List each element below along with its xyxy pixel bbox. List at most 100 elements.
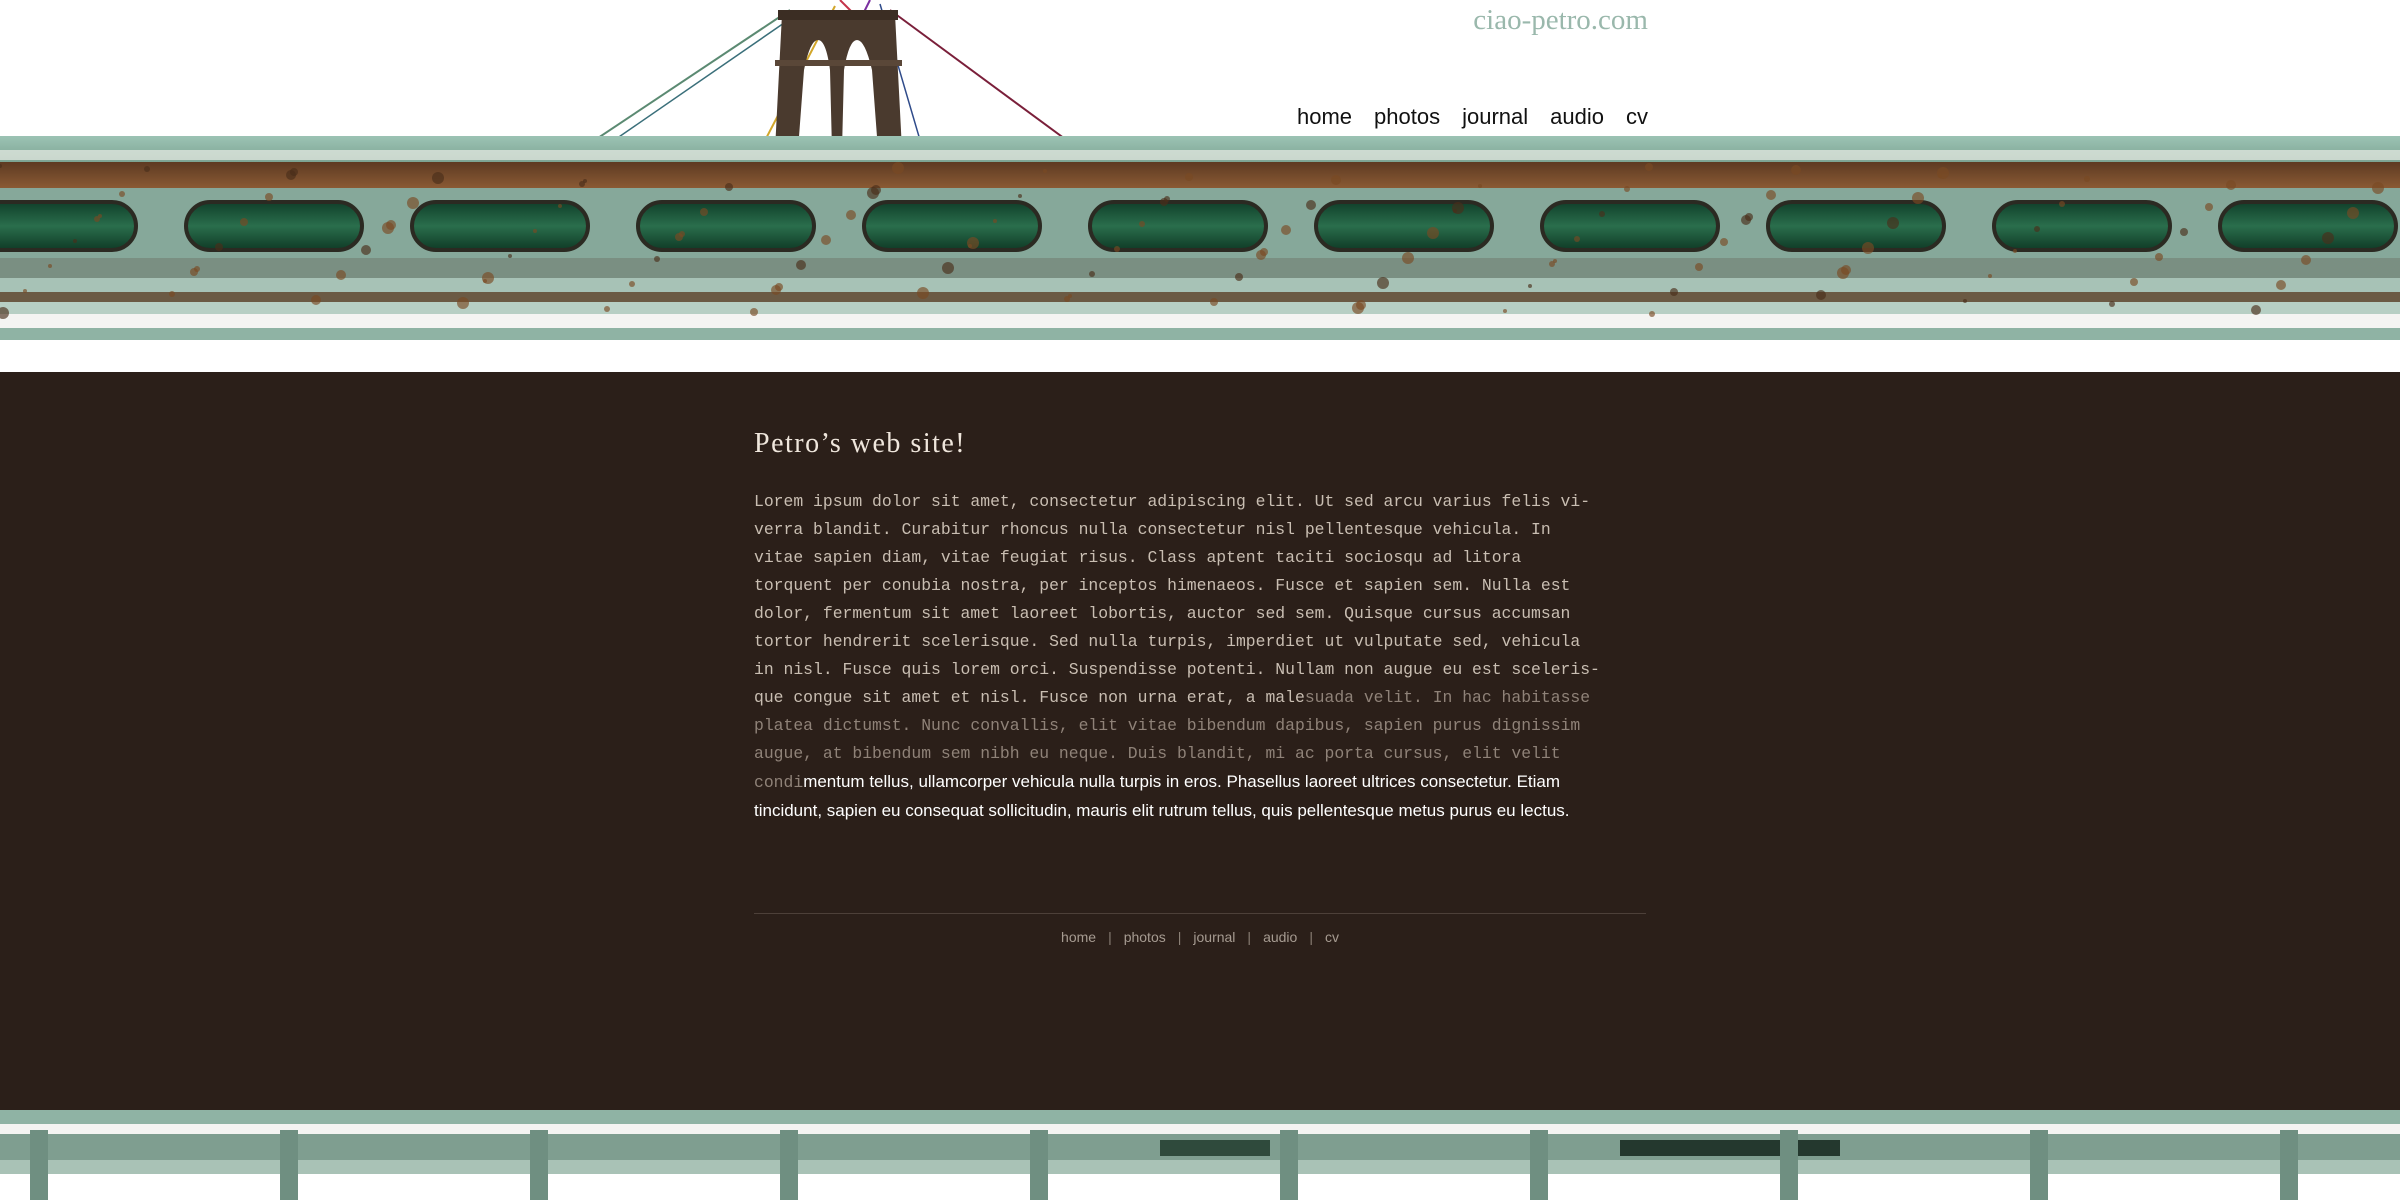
rust-spot xyxy=(2276,280,2286,290)
footer-navigation: home | photos | journal | audio | cv xyxy=(754,929,1646,945)
rust-spot xyxy=(2347,207,2359,219)
rust-spot xyxy=(2205,203,2213,211)
rust-spot xyxy=(1331,175,1341,185)
nav-audio[interactable]: audio xyxy=(1550,104,1604,130)
girder-post xyxy=(780,1130,798,1200)
rust-spot xyxy=(48,264,52,268)
footer-nav-home[interactable]: home xyxy=(1061,929,1096,945)
rust-spot xyxy=(215,243,223,251)
rust-spot xyxy=(1887,217,1899,229)
rust-spot xyxy=(2180,228,2188,236)
rust-spot xyxy=(1624,186,1630,192)
rust-spot xyxy=(194,266,200,272)
rust-spot xyxy=(1018,194,1022,198)
rust-spot xyxy=(1478,184,1482,188)
paragraph-line: augue, at bibendum sem nibh eu neque. Du… xyxy=(754,744,1561,763)
rust-spot xyxy=(2155,253,2163,261)
rust-spot xyxy=(1963,299,1967,303)
footer-separator: | xyxy=(1309,929,1313,945)
girder-post xyxy=(2030,1130,2048,1200)
rust-spot xyxy=(1164,196,1170,202)
rust-spot xyxy=(1356,300,1366,310)
rust-spot xyxy=(1841,265,1851,275)
rust-spot xyxy=(73,239,77,243)
rust-spot xyxy=(1043,169,1047,173)
rust-spot xyxy=(1937,167,1949,179)
bottom-girder-image xyxy=(0,1100,2400,1200)
footer-separator: | xyxy=(1108,929,1112,945)
site-name[interactable]: ciao-petro.com xyxy=(1464,4,1648,37)
rust-spot xyxy=(1452,202,1464,214)
nav-photos[interactable]: photos xyxy=(1374,104,1440,130)
rust-spot xyxy=(407,197,419,209)
paragraph-line: verra blandit. Curabitur rhoncus nulla c… xyxy=(754,520,1551,539)
girder-window xyxy=(636,200,816,252)
rust-spot xyxy=(311,295,321,305)
rust-spot xyxy=(871,185,881,195)
rust-spot xyxy=(558,204,562,208)
rust-spot xyxy=(942,262,954,274)
rust-spot xyxy=(144,166,150,172)
footer-nav-cv[interactable]: cv xyxy=(1325,929,1339,945)
rust-spot xyxy=(679,231,685,237)
main-navigation: home photos journal audio cv xyxy=(1297,104,1648,130)
rust-spot xyxy=(1720,238,1728,246)
rust-spot xyxy=(2130,278,2138,286)
rust-spot xyxy=(336,270,346,280)
rust-spot xyxy=(508,254,512,258)
footer-nav-audio[interactable]: audio xyxy=(1263,929,1297,945)
rust-spot xyxy=(2109,301,2115,307)
rust-spot xyxy=(2301,255,2311,265)
nav-cv[interactable]: cv xyxy=(1626,104,1648,130)
girder-window xyxy=(1088,200,1268,252)
rust-spot xyxy=(2251,305,2261,315)
rust-spot xyxy=(1139,221,1145,227)
rust-spot xyxy=(1574,236,1580,242)
footer-nav-photos[interactable]: photos xyxy=(1124,929,1166,945)
main-content: Petro’s web site! Lorem ipsum dolor sit … xyxy=(0,372,2400,1120)
rust-spot xyxy=(2226,180,2236,190)
girder-window xyxy=(2218,200,2398,252)
rust-spot xyxy=(1988,274,1992,278)
girder-window xyxy=(184,200,364,252)
bridge-girder-image xyxy=(0,136,2400,340)
rust-spot xyxy=(654,256,660,262)
girder-window xyxy=(862,200,1042,252)
footer-separator: | xyxy=(1247,929,1252,945)
rust-spot xyxy=(1185,173,1193,181)
paragraph-line: tortor hendrerit scelerisque. Sed nulla … xyxy=(754,632,1581,651)
paragraph-line: tincidunt, sapien eu consequat sollicitu… xyxy=(754,801,1570,820)
rust-spot xyxy=(775,283,783,291)
paragraph-line: dolor, fermentum sit amet laoreet lobort… xyxy=(754,604,1571,623)
girder-post xyxy=(1280,1130,1298,1200)
rust-spot xyxy=(2013,249,2017,253)
rust-spot xyxy=(725,183,733,191)
rust-spot xyxy=(482,272,494,284)
rust-spot xyxy=(1427,227,1439,239)
paragraph-line: vitae sapien diam, vitae feugiat risus. … xyxy=(754,548,1522,567)
rust-spot xyxy=(1210,298,1218,306)
paragraph-line: que congue sit amet et nisl. Fusce non u… xyxy=(754,688,1591,707)
nav-journal[interactable]: journal xyxy=(1462,104,1528,130)
paragraph-line: in nisl. Fusce quis lorem orci. Suspendi… xyxy=(754,660,1600,679)
footer-nav-journal[interactable]: journal xyxy=(1193,929,1235,945)
rust-spot xyxy=(361,245,371,255)
rust-spot xyxy=(23,289,27,293)
paragraph-line: platea dictumst. Nunc convallis, elit vi… xyxy=(754,716,1581,735)
rust-spot xyxy=(917,287,929,299)
rust-spot xyxy=(1649,311,1655,317)
paragraph-line: condimentum tellus, ullamcorper vehicula… xyxy=(754,772,1561,792)
rust-spot xyxy=(290,168,298,176)
rust-spot xyxy=(846,210,856,220)
girder-post xyxy=(530,1130,548,1200)
nav-home[interactable]: home xyxy=(1297,104,1352,130)
rust-spot xyxy=(119,191,125,197)
paragraph-line: torquent per conubia nostra, per incepto… xyxy=(754,576,1571,595)
rust-spot xyxy=(796,260,806,270)
rust-spot xyxy=(1670,288,1678,296)
rust-spot xyxy=(821,235,831,245)
rust-spot xyxy=(1260,248,1268,256)
intro-paragraph: Lorem ipsum dolor sit amet, consectetur … xyxy=(754,488,1654,826)
girder-post xyxy=(280,1130,298,1200)
rust-spot xyxy=(604,306,610,312)
